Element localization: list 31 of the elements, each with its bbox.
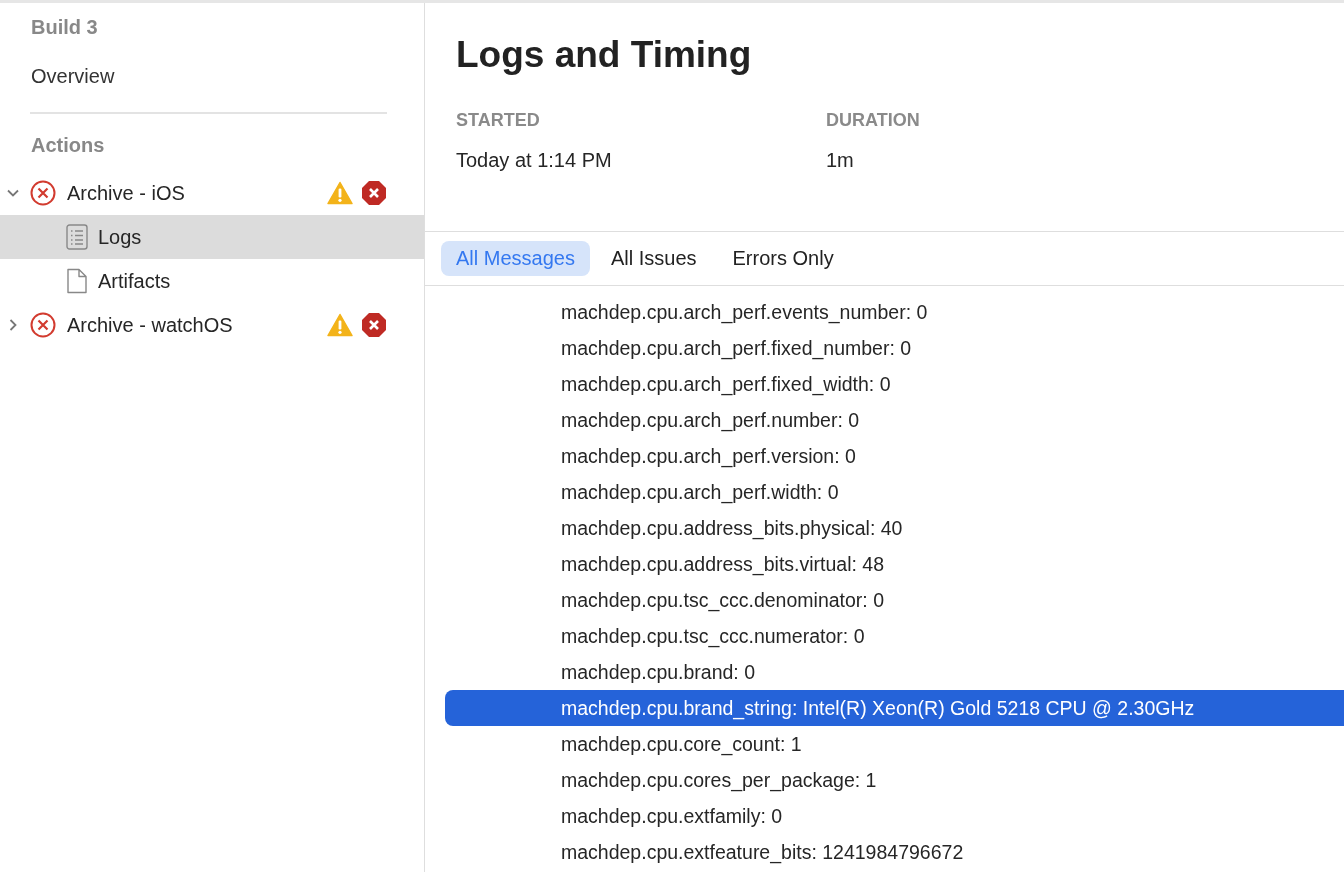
document-icon [66, 268, 88, 294]
log-line[interactable]: machdep.cpu.tsc_ccc.denominator: 0 [445, 582, 1344, 618]
build-title: Build 3 [30, 15, 99, 40]
log-line[interactable]: machdep.cpu.brand: 0 [445, 654, 1344, 690]
log-line[interactable]: machdep.cpu.tsc_ccc.numerator: 0 [445, 618, 1344, 654]
field-value: 1m [826, 149, 855, 172]
list-document-icon [66, 224, 88, 250]
action-item[interactable]: Archive - watchOS [67, 313, 327, 337]
log-line[interactable]: machdep.cpu.arch_perf.width: 0 [445, 474, 1344, 510]
log-line[interactable]: machdep.cpu.address_bits.physical: 40 [445, 510, 1344, 546]
action-item[interactable]: Archive - iOS [67, 181, 327, 205]
field-value: Today at 1:14 PM [456, 149, 613, 172]
log-line[interactable]: machdep.cpu.cores_per_package: 1 [445, 762, 1344, 798]
sidebar-item[interactable]: Logs [0, 215, 424, 259]
log-line[interactable]: machdep.cpu.extfamily: 0 [445, 798, 1344, 834]
page-title: Logs and Timing [455, 33, 753, 77]
log-line[interactable]: machdep.cpu.extfeature_bits: 1241984796672 [445, 834, 1344, 870]
log-line[interactable]: machdep.cpu.arch_perf.number: 0 [445, 402, 1344, 438]
filter-tab[interactable]: All Issues [595, 241, 712, 276]
field-label: STARTED [456, 110, 541, 131]
log-line[interactable]: machdep.cpu.arch_perf.version: 0 [445, 438, 1344, 474]
log-line[interactable]: machdep.cpu.arch_perf.events_number: 0 [445, 294, 1344, 330]
field-label: DURATION [826, 110, 921, 131]
log-line[interactable]: machdep.cpu.core_count: 1 [445, 726, 1344, 762]
filter-tab[interactable]: Errors Only [717, 241, 849, 276]
section-heading: Actions [30, 133, 106, 158]
sidebar-item[interactable]: Artifacts [0, 259, 424, 303]
log-line[interactable]: machdep.cpu.address_bits.virtual: 48 [445, 546, 1344, 582]
log-line[interactable]: machdep.cpu.arch_perf.fixed_width: 0 [445, 366, 1344, 402]
overview-item[interactable]: Overview [0, 52, 424, 100]
log-line[interactable]: machdep.cpu.arch_perf.fixed_number: 0 [445, 330, 1344, 366]
